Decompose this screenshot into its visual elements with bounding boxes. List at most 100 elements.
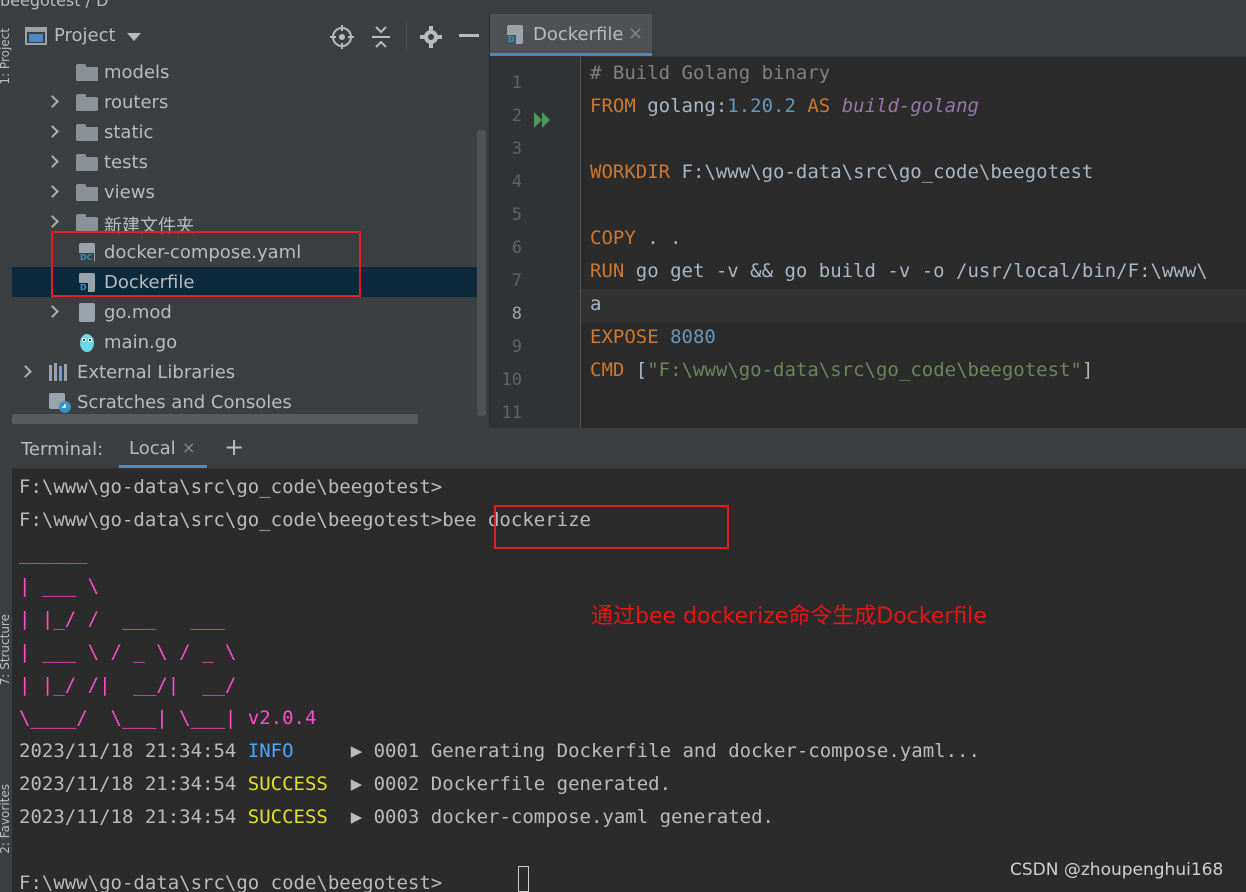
- code-line-9[interactable]: EXPOSE 8080: [590, 326, 716, 348]
- folder-icon: [76, 184, 98, 201]
- close-tab-icon[interactable]: ×: [628, 23, 643, 44]
- code-line-2[interactable]: FROM golang:1.20.2 AS build-golang: [590, 95, 979, 117]
- line-number: 10: [501, 370, 522, 390]
- project-view-selector[interactable]: Project: [54, 25, 116, 46]
- line-number: 1: [511, 73, 522, 93]
- breadcrumb[interactable]: beegotest / D: [0, 0, 108, 10]
- tab-label: Dockerfile: [533, 24, 624, 45]
- tab-local[interactable]: Local ×: [119, 428, 207, 468]
- tree-item-tests[interactable]: tests: [12, 147, 482, 177]
- tree-item-label: main.go: [104, 332, 178, 353]
- terminal-title: Terminal:: [21, 439, 104, 460]
- folder-icon: [76, 64, 98, 81]
- close-tab-icon[interactable]: ×: [182, 438, 195, 457]
- tab-dockerfile[interactable]: D Dockerfile ×: [490, 14, 652, 56]
- tree-item-models[interactable]: models: [12, 57, 482, 87]
- project-window-icon: [25, 27, 47, 45]
- log-timestamp: 2023/11/18 21:34:54: [19, 806, 248, 828]
- go-mod-file-icon: [79, 303, 95, 322]
- terminal-panel: Terminal: Local × + F:\www\go-data\src\g…: [12, 428, 1246, 892]
- folder-icon: [76, 94, 98, 111]
- keyword-token: AS: [795, 95, 842, 117]
- chevron-right-icon[interactable]: [46, 185, 59, 198]
- stage-name-token: build-golang: [841, 95, 979, 117]
- log-timestamp: 2023/11/18 21:34:54: [19, 740, 248, 762]
- hide-panel-icon[interactable]: [459, 34, 479, 38]
- locate-file-icon[interactable]: [330, 25, 354, 49]
- collapse-all-icon[interactable]: [370, 25, 392, 49]
- args-token: a: [590, 293, 602, 315]
- terminal-prompt[interactable]: F:\www\go-data\src\go_code\beegotest>: [19, 872, 442, 892]
- log-level: INFO: [247, 740, 294, 762]
- favorites-tool-button[interactable]: 2: Favorites: [0, 784, 12, 854]
- bracket-token: ]: [1081, 359, 1094, 381]
- chevron-down-icon[interactable]: [127, 33, 141, 41]
- gear-icon[interactable]: [420, 26, 442, 48]
- line-number-gutter: 1 2 3 4 5 6 7 8 9 10 11: [490, 56, 580, 428]
- structure-tool-button[interactable]: 7: Structure: [0, 614, 12, 685]
- editor-panel: D Dockerfile × 1 2 3 4 5 6 7 8 9 10 11 #…: [490, 14, 1246, 428]
- tree-item-label: tests: [104, 152, 148, 173]
- tree-item-label: External Libraries: [77, 362, 236, 383]
- ascii-art-line: | |_/ / ___ ___: [19, 608, 225, 630]
- new-terminal-button[interactable]: +: [224, 433, 244, 461]
- tree-item-views[interactable]: views: [12, 177, 482, 207]
- tree-item-go-mod[interactable]: go.mod: [12, 297, 482, 327]
- code-line-1[interactable]: # Build Golang binary: [590, 62, 830, 84]
- folder-icon: [76, 124, 98, 141]
- tree-item-label: static: [104, 122, 154, 143]
- project-horizontal-scrollbar[interactable]: [12, 414, 418, 424]
- log-level: SUCCESS: [247, 806, 328, 828]
- terminal-line: F:\www\go-data\src\go_code\beegotest>: [19, 476, 443, 498]
- tree-item-static[interactable]: static: [12, 117, 482, 147]
- tab-label: Local: [129, 438, 176, 459]
- tree-item-label: models: [104, 62, 170, 83]
- chevron-right-icon[interactable]: [46, 95, 59, 108]
- args-token: go get -v && go build -v -o /usr/local/b…: [624, 260, 1208, 282]
- line-number: 11: [501, 403, 522, 423]
- code-line-8[interactable]: a: [590, 293, 601, 315]
- code-line-6[interactable]: COPY . .: [590, 227, 682, 249]
- keyword-token: WORKDIR: [590, 161, 671, 183]
- chevron-right-icon[interactable]: [46, 305, 59, 318]
- port-token: 8080: [658, 326, 716, 348]
- code-line-4[interactable]: WORKDIR F:\www\go-data\src\go_code\beego…: [590, 161, 1093, 183]
- annotation-text: 通过bee dockerize命令生成Dockerfile: [591, 604, 987, 629]
- version-token: 1.20.2: [727, 95, 796, 117]
- tree-item-label: routers: [104, 92, 169, 113]
- file-icon-tag: D: [507, 35, 516, 44]
- code-line-7[interactable]: RUN go get -v && go build -v -o /usr/loc…: [590, 260, 1208, 282]
- version-label: v2.0.4: [247, 707, 317, 729]
- run-icon[interactable]: [534, 112, 554, 128]
- scratches-icon: [49, 393, 71, 413]
- line-number: 3: [511, 139, 522, 159]
- tree-item-main-go[interactable]: main.go: [12, 327, 482, 357]
- ascii-art-line: | ___ \ / _ \ / _ \: [19, 641, 237, 663]
- project-vertical-scrollbar[interactable]: [477, 130, 486, 416]
- highlight-box-command: [494, 505, 729, 549]
- log-line: 2023/11/18 21:34:54 SUCCESS ▶ 0002 Docke…: [19, 773, 671, 795]
- breadcrumb-bar: beegotest / D: [0, 0, 1246, 14]
- line-number: 9: [511, 337, 522, 357]
- line-number: 5: [511, 205, 522, 225]
- tree-item-external-libraries[interactable]: External Libraries: [12, 357, 482, 387]
- line-number: 7: [511, 271, 522, 291]
- image-token: golang:: [635, 95, 728, 117]
- terminal-cursor: [518, 866, 529, 892]
- chevron-right-icon[interactable]: [46, 155, 59, 168]
- line-number: 2: [511, 106, 522, 126]
- string-token: "F:\www\go-data\src\go_code\beegotest": [647, 359, 1082, 381]
- tree-item-scratches[interactable]: Scratches and Consoles: [12, 387, 482, 417]
- chevron-right-icon[interactable]: [19, 365, 32, 378]
- code-line-10[interactable]: CMD ["F:\www\go-data\src\go_code\beegote…: [590, 359, 1093, 381]
- ascii-art-line: \____/ \___| \___| v2.0.4: [19, 707, 316, 729]
- tree-item-label: go.mod: [104, 302, 172, 323]
- chevron-right-icon[interactable]: [46, 215, 59, 228]
- ascii-art-line: | |_/ /| __/| __/: [19, 674, 237, 696]
- path-token: F:\www\go-data\src\go_code\beegotest: [670, 161, 1094, 183]
- chevron-right-icon[interactable]: [46, 125, 59, 138]
- current-line-highlight: [581, 289, 1246, 322]
- tree-item-routers[interactable]: routers: [12, 87, 482, 117]
- ascii-art-line: ______: [19, 542, 88, 564]
- project-tool-button[interactable]: 1: Project: [0, 28, 12, 85]
